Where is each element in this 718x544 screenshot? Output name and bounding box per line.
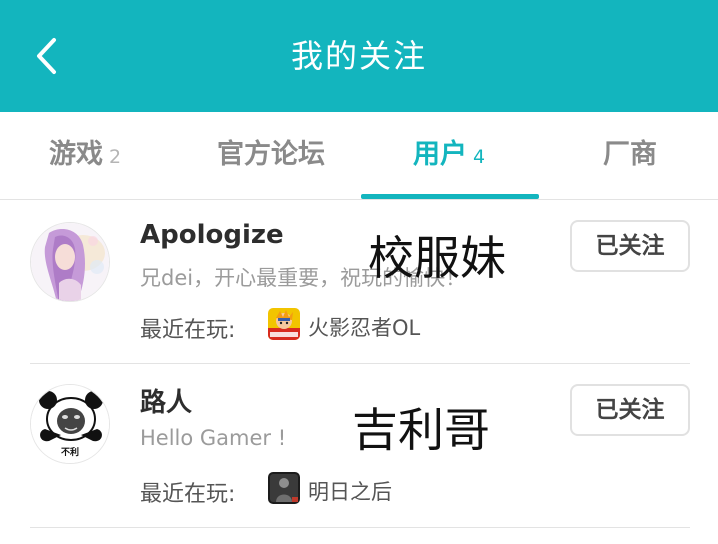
anime-girl-avatar-icon xyxy=(31,223,109,301)
page-title: 我的关注 xyxy=(290,37,427,75)
recent-playing-label: 最近在玩: xyxy=(140,482,236,507)
nickname-overlay: 校服妹 xyxy=(368,231,506,285)
tab-vendors-label: 厂商 xyxy=(603,139,657,170)
recent-game-name[interactable]: 火影忍者OL xyxy=(308,312,420,342)
tab-games-label: 游戏 xyxy=(48,139,103,170)
username[interactable]: 路人 xyxy=(140,382,192,419)
recent-game-name[interactable]: 明日之后 xyxy=(308,476,392,506)
recent-playing-label: 最近在玩: xyxy=(140,318,236,343)
avatar-caption: 不利 xyxy=(60,448,79,458)
tab-games-count: 2 xyxy=(108,146,122,168)
tab-users-label: 用户 xyxy=(412,139,467,170)
nickname-overlay: 吉利哥 xyxy=(352,403,490,457)
avatar[interactable]: 不利 xyxy=(30,384,110,464)
followed-button[interactable]: 已关注 xyxy=(570,220,690,272)
naruto-game-icon[interactable] xyxy=(268,308,300,340)
active-tab-indicator xyxy=(361,194,539,199)
tab-users[interactable]: 用户 4 xyxy=(390,112,508,200)
app-header: 我的关注 xyxy=(0,0,718,112)
followed-button[interactable]: 已关注 xyxy=(570,384,690,436)
avatar[interactable] xyxy=(30,222,110,302)
user-list-item[interactable]: 不利 路人 Hello Gamer ! 吉利哥 最近在玩: 明日之后 已关注 xyxy=(0,364,718,528)
tab-games[interactable]: 游戏 2 xyxy=(30,112,140,200)
lifeafter-game-icon[interactable] xyxy=(268,472,300,504)
user-list-item[interactable]: Apologize 兄dei，开心最重要，祝玩的愉快！ 校服妹 最近在玩: 火影… xyxy=(0,200,718,364)
tab-bar: 游戏 2 官方论坛 用户 4 厂商 xyxy=(0,112,718,200)
tab-official-forum[interactable]: 官方论坛 xyxy=(200,112,342,200)
username[interactable]: Apologize xyxy=(140,220,284,250)
row-divider xyxy=(30,527,690,528)
tab-official-forum-label: 官方论坛 xyxy=(217,139,325,170)
user-signature: Hello Gamer ! xyxy=(140,426,287,450)
tab-users-count: 4 xyxy=(472,146,486,168)
tab-vendors[interactable]: 厂商 xyxy=(585,112,675,200)
